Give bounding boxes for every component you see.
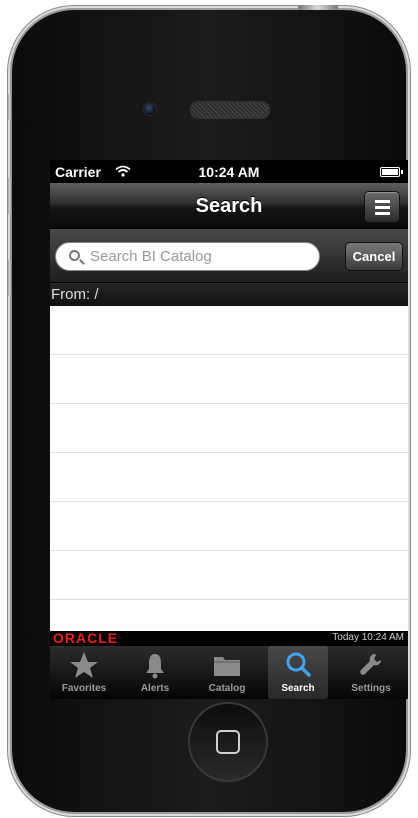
search-field[interactable] (55, 242, 320, 271)
oracle-logo: ORACLE (53, 630, 119, 646)
home-button[interactable] (188, 702, 268, 782)
list-item (50, 404, 408, 453)
search-input[interactable] (90, 243, 310, 270)
page-title: Search (195, 195, 263, 217)
tab-bar: Favorites Alerts Catalog Search Settings (50, 646, 408, 699)
list-item (50, 306, 408, 355)
from-path-label: From: / (50, 283, 408, 306)
tab-catalog[interactable]: Catalog (197, 646, 257, 699)
tab-label: Catalog (208, 683, 246, 694)
list-item (50, 453, 408, 502)
search-icon (69, 250, 80, 261)
footer-bar: ORACLE Today 10:24 AM (50, 631, 408, 646)
front-camera (143, 102, 157, 116)
navigation-bar: Search (50, 183, 408, 229)
volume-down-button (7, 260, 12, 296)
footer-timestamp: Today 10:24 AM (332, 632, 404, 643)
tab-favorites[interactable]: Favorites (54, 646, 114, 699)
status-time: 10:24 AM (198, 164, 260, 180)
list-item (50, 355, 408, 404)
screen: Carrier 10:24 AM Search Cancel From: / (50, 160, 408, 699)
tab-label: Favorites (61, 683, 107, 694)
mute-switch (7, 94, 12, 120)
tab-search[interactable]: Search (268, 646, 328, 699)
star-icon (54, 651, 114, 679)
list-item (50, 502, 408, 551)
tab-settings[interactable]: Settings (341, 646, 401, 699)
tab-label: Search (281, 683, 315, 694)
cancel-button[interactable]: Cancel (345, 242, 403, 271)
battery-icon (380, 167, 403, 177)
wrench-icon (341, 651, 401, 679)
folder-icon (197, 651, 257, 679)
bell-icon (125, 651, 185, 679)
tab-alerts[interactable]: Alerts (125, 646, 185, 699)
earpiece-speaker (190, 101, 270, 119)
tab-label: Settings (351, 683, 391, 694)
list-item (50, 551, 408, 600)
search-bar: Cancel (50, 229, 408, 283)
phone-frame: Carrier 10:24 AM Search Cancel From: / (7, 5, 408, 812)
tab-label: Alerts (140, 683, 170, 694)
volume-up-button (7, 178, 12, 214)
search-results-list[interactable] (50, 306, 408, 631)
search-icon (268, 651, 328, 679)
home-square-icon (216, 730, 240, 754)
power-button (298, 5, 338, 10)
list-menu-button[interactable] (364, 191, 400, 223)
status-bar: Carrier 10:24 AM (50, 160, 408, 183)
